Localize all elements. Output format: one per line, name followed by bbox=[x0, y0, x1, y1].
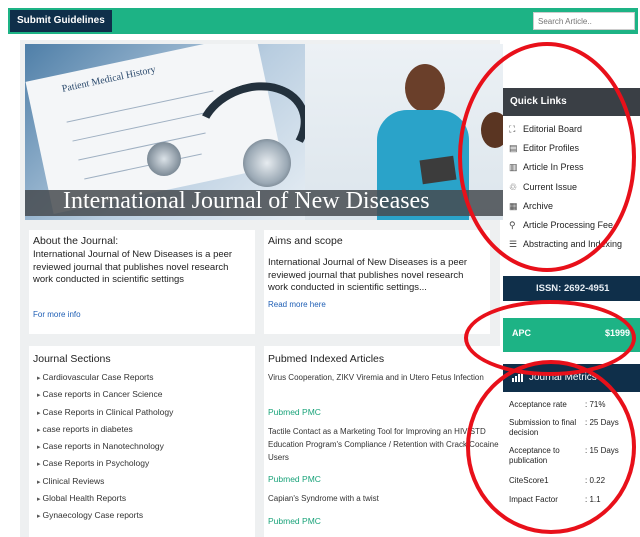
issn-text: ISSN: 2692-4951 bbox=[536, 283, 610, 294]
issn-bar: ISSN: 2692-4951 bbox=[503, 276, 640, 301]
sections-title: Journal Sections bbox=[33, 353, 111, 365]
section-item[interactable]: Case Reports in Psychology bbox=[37, 456, 257, 473]
about-title: About the Journal: bbox=[33, 235, 119, 247]
pubmed-pmc-links[interactable]: Pubmed PMC bbox=[268, 407, 321, 417]
sections-list: Cardiovascular Case Reports Case reports… bbox=[37, 370, 257, 526]
annotation-circle-metrics bbox=[466, 360, 636, 534]
pubmed-pmc-links[interactable]: Pubmed PMC bbox=[268, 474, 321, 484]
stethoscope-head bbox=[243, 139, 291, 187]
hero-banner-image: Patient Medical History International Jo… bbox=[25, 44, 505, 220]
pubmed-title: Pubmed Indexed Articles bbox=[268, 353, 385, 365]
section-item[interactable]: Case reports in Nanotechnology bbox=[37, 439, 257, 456]
read-more-link[interactable]: Read more here bbox=[268, 300, 326, 309]
aims-text: International Journal of New Diseases is… bbox=[268, 257, 468, 293]
more-info-link[interactable]: For more info bbox=[33, 310, 81, 319]
section-item[interactable]: Cardiovascular Case Reports bbox=[37, 370, 257, 387]
annotation-circle-quick-links bbox=[458, 42, 636, 272]
search-input[interactable] bbox=[533, 12, 635, 30]
aims-title: Aims and scope bbox=[268, 235, 343, 247]
pubmed-pmc-links[interactable]: Pubmed PMC bbox=[268, 516, 321, 526]
section-item[interactable]: Gynaecology Case reports bbox=[37, 508, 257, 525]
section-item[interactable]: Case Reports in Clinical Pathology bbox=[37, 405, 257, 422]
journal-sections-card: Journal Sections Cardiovascular Case Rep… bbox=[29, 346, 255, 537]
section-item[interactable]: case reports in diabetes bbox=[37, 422, 257, 439]
journal-title: International Journal of New Diseases bbox=[63, 188, 430, 214]
article-title[interactable]: Capian's Syndrome with a twist bbox=[268, 492, 500, 505]
nurse-head bbox=[405, 64, 445, 112]
article-title[interactable]: Virus Cooperation, ZIKV Viremia and in U… bbox=[268, 371, 500, 384]
about-journal-card: About the Journal: International Journal… bbox=[29, 230, 255, 334]
section-item[interactable]: Clinical Reviews bbox=[37, 474, 257, 491]
section-item[interactable]: Case reports in Cancer Science bbox=[37, 387, 257, 404]
submit-guidelines-button[interactable]: Submit Guidelines bbox=[10, 10, 112, 32]
tablet-device bbox=[419, 155, 457, 185]
stethoscope-bell bbox=[147, 142, 181, 176]
about-text: International Journal of New Diseases is… bbox=[33, 249, 233, 285]
top-bar: Submit Guidelines bbox=[8, 8, 638, 34]
section-item[interactable]: Global Health Reports bbox=[37, 491, 257, 508]
aims-scope-card: Aims and scope International Journal of … bbox=[264, 230, 490, 334]
